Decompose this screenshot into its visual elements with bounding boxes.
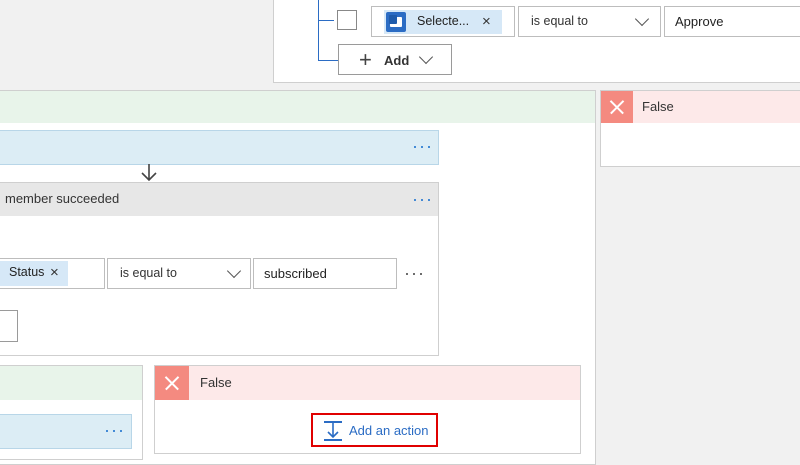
- chevron-down-icon: [226, 263, 242, 279]
- scope-action-header[interactable]: ···: [0, 130, 439, 165]
- row-more-options-icon[interactable]: ···: [404, 264, 425, 282]
- token-remove-icon[interactable]: ×: [482, 13, 491, 30]
- close-icon: [155, 366, 189, 400]
- token-field[interactable]: Status ×: [0, 258, 105, 289]
- value-input[interactable]: subscribed: [253, 258, 397, 289]
- more-options-icon[interactable]: ···: [104, 421, 125, 439]
- outlook-icon: [386, 12, 406, 32]
- arrow-down-icon: [139, 163, 159, 183]
- operator-value: is equal to: [531, 14, 588, 28]
- plus-icon: +: [359, 47, 372, 72]
- add-button[interactable]: + Add: [338, 44, 452, 75]
- token-label: Status: [9, 265, 45, 279]
- false-label: False: [200, 375, 232, 390]
- value-text: subscribed: [264, 266, 327, 281]
- condition-card-header[interactable]: member succeeded ···: [0, 183, 438, 216]
- operator-dropdown[interactable]: is equal to: [518, 6, 661, 37]
- false-branch-header: False: [601, 91, 800, 123]
- tree-connector: [318, 0, 319, 60]
- false-label: False: [642, 99, 674, 114]
- true-branch-header: [0, 91, 595, 123]
- nested-action-header[interactable]: ···: [0, 414, 132, 449]
- token-field[interactable]: Selecte... ×: [371, 6, 515, 37]
- value-input[interactable]: Approve: [664, 6, 800, 37]
- tree-connector: [318, 60, 338, 61]
- operator-value: is equal to: [120, 266, 177, 280]
- close-icon: [601, 91, 633, 123]
- dynamic-token: Status ×: [0, 261, 68, 286]
- add-action-label: Add an action: [349, 423, 429, 438]
- add-action-button[interactable]: Add an action: [311, 413, 438, 447]
- more-options-icon[interactable]: ···: [412, 190, 433, 208]
- more-options-icon[interactable]: ···: [412, 137, 433, 155]
- nested-true-header: [0, 366, 142, 400]
- chevron-down-icon: [418, 49, 434, 65]
- row-checkbox[interactable]: [337, 10, 357, 30]
- chevron-down-icon: [634, 11, 650, 27]
- add-label: Add: [384, 53, 410, 68]
- token-label: Selecte...: [417, 14, 470, 28]
- token-remove-icon[interactable]: ×: [50, 264, 59, 281]
- operator-dropdown[interactable]: is equal to: [107, 258, 251, 289]
- add-button[interactable]: [0, 310, 18, 342]
- add-action-icon: [322, 420, 344, 442]
- tree-connector: [318, 20, 334, 21]
- condition-title: member succeeded: [5, 191, 120, 206]
- false-branch-header: False: [155, 366, 580, 400]
- value-text: Approve: [675, 14, 724, 29]
- dynamic-token: Selecte... ×: [384, 10, 502, 34]
